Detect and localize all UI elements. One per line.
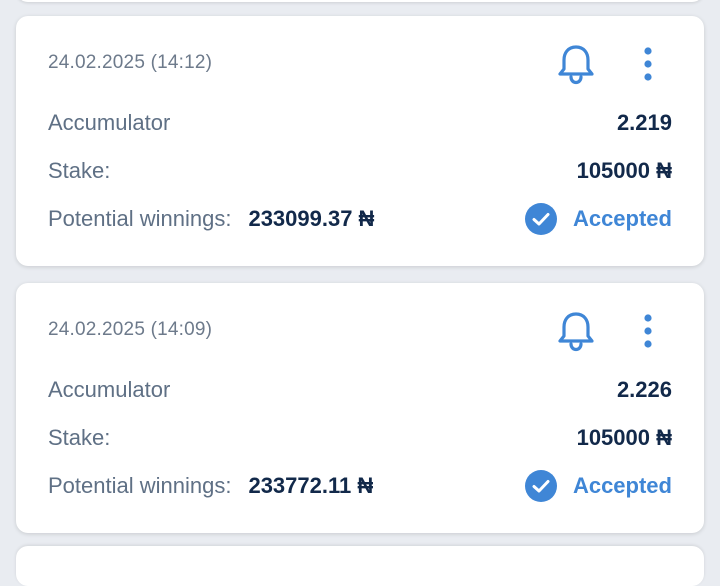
check-circle-icon: [524, 203, 557, 235]
bet-odds: 2.219: [616, 110, 672, 135]
bet-date: 24.02.2025 (14:12): [48, 52, 213, 73]
bell-icon-graphic: [558, 312, 594, 352]
more-vertical-icon-graphic: [644, 47, 652, 81]
bet-type: Accumulator: [48, 377, 171, 402]
status-badge: Accepted: [524, 203, 672, 235]
stake-value: 105000 ₦: [576, 425, 672, 450]
stake-label: Stake:: [48, 425, 111, 450]
more-vertical-icon[interactable]: [632, 40, 664, 88]
bet-type: Accumulator: [48, 110, 171, 135]
more-vertical-icon[interactable]: [632, 307, 664, 355]
winnings-row: Potential winnings: 233772.11 ₦ Accepted: [48, 470, 672, 502]
previous-bet-card[interactable]: [16, 0, 704, 2]
winnings-value: 233099.37 ₦: [248, 206, 375, 231]
winnings-value: 233772.11 ₦: [248, 473, 374, 498]
stake-label: Stake:: [48, 158, 111, 183]
bell-icon-graphic: [558, 45, 594, 85]
bell-icon[interactable]: [552, 307, 600, 355]
more-vertical-icon-graphic: [644, 314, 652, 348]
bet-type-row: Accumulator 2.226: [48, 374, 672, 406]
bet-card[interactable]: 24.02.2025 (14:12) Accumulator 2.219 Sta…: [16, 16, 704, 266]
bet-card[interactable]: 24.02.2025 (14:09) Accumulator 2.226 Sta…: [16, 283, 704, 533]
winnings-label: Potential winnings:: [48, 473, 232, 498]
stake-row: Stake: 105000 ₦: [48, 422, 672, 454]
stake-row: Stake: 105000 ₦: [48, 155, 672, 187]
bell-icon[interactable]: [552, 40, 600, 88]
stake-value: 105000 ₦: [576, 158, 672, 183]
winnings-label: Potential winnings:: [48, 206, 232, 231]
bet-date: 24.02.2025 (14:09): [48, 319, 213, 340]
bet-type-row: Accumulator 2.219: [48, 107, 672, 139]
status-label: Accepted: [572, 206, 672, 231]
status-label: Accepted: [572, 473, 672, 498]
status-badge: Accepted: [524, 470, 672, 502]
check-circle-icon: [524, 470, 557, 502]
winnings-row: Potential winnings: 233099.37 ₦ Accepted: [48, 203, 672, 235]
next-bet-card[interactable]: [16, 546, 704, 586]
bet-odds: 2.226: [616, 377, 672, 402]
